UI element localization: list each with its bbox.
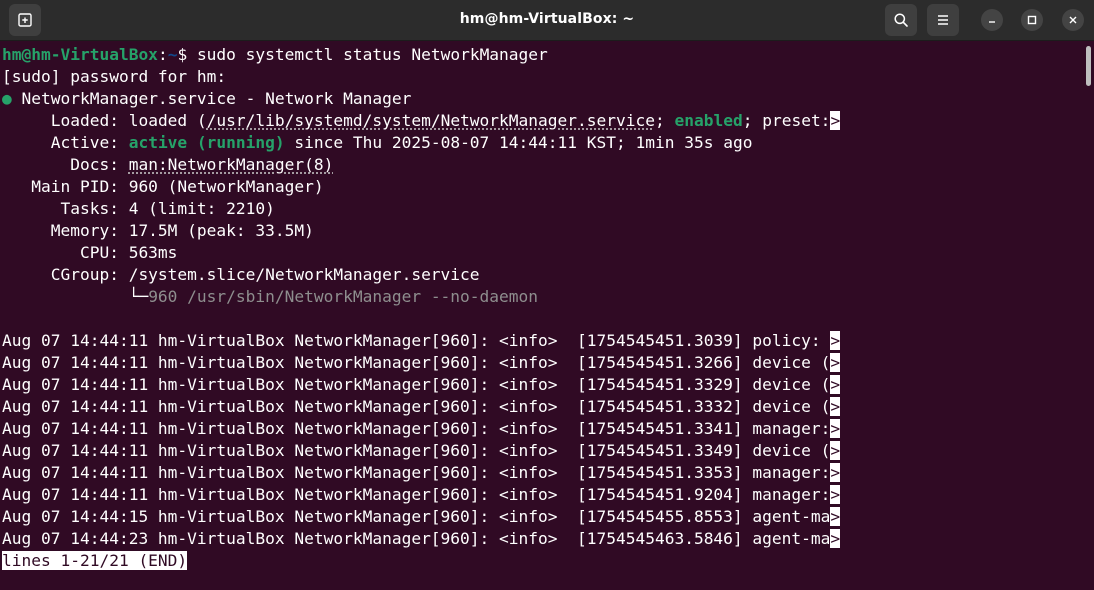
log-line: Aug 07 14:44:11 hm-VirtualBox NetworkMan… (2, 418, 841, 440)
cgroup-process: 960 /usr/sbin/NetworkManager --no-daemon (148, 287, 539, 306)
prompt-user-host: hm@hm-VirtualBox (2, 45, 158, 64)
loaded-label: Loaded: (2, 111, 129, 130)
log-line: Aug 07 14:44:11 hm-VirtualBox NetworkMan… (2, 440, 841, 462)
log-line: Aug 07 14:44:11 hm-VirtualBox NetworkMan… (2, 330, 841, 352)
close-button[interactable] (1062, 9, 1084, 31)
prompt-path: ~ (167, 45, 178, 64)
status-dot-icon: ● (2, 89, 12, 108)
docs-man-link[interactable]: man:NetworkManager(8) (129, 155, 334, 174)
loaded-separator: ; (654, 111, 675, 130)
log-line: Aug 07 14:44:15 hm-VirtualBox NetworkMan… (2, 506, 841, 528)
log-text: Aug 07 14:44:15 hm-VirtualBox NetworkMan… (2, 507, 831, 526)
maximize-button[interactable] (1021, 9, 1043, 31)
active-state: active (running) (128, 133, 285, 152)
truncation-marker: > (830, 331, 841, 350)
log-text: Aug 07 14:44:11 hm-VirtualBox NetworkMan… (2, 331, 831, 350)
hamburger-menu-icon (938, 15, 948, 25)
log-text: Aug 07 14:44:11 hm-VirtualBox NetworkMan… (2, 419, 831, 438)
active-label: Active: (2, 133, 129, 152)
prompt-symbol: $ (177, 45, 197, 64)
pager-status: lines 1-21/21 (END) (2, 551, 188, 570)
service-name-line: ● NetworkManager.service - Network Manag… (2, 88, 411, 110)
log-line: Aug 07 14:44:11 hm-VirtualBox NetworkMan… (2, 484, 841, 506)
log-text: Aug 07 14:44:11 hm-VirtualBox NetworkMan… (2, 353, 831, 372)
truncation-marker: > (830, 485, 841, 504)
cgroup-line: CGroup: /system.slice/NetworkManager.ser… (2, 265, 480, 284)
search-icon (894, 13, 908, 27)
command-text: sudo systemctl status NetworkManager (196, 45, 548, 64)
minimize-icon (989, 21, 995, 23)
log-text: Aug 07 14:44:11 hm-VirtualBox NetworkMan… (2, 485, 831, 504)
minimize-button[interactable] (981, 9, 1003, 31)
log-text: Aug 07 14:44:11 hm-VirtualBox NetworkMan… (2, 463, 831, 482)
unit-file-path-link[interactable]: /usr/lib/systemd/system/NetworkManager.s… (207, 111, 655, 130)
log-text: Aug 07 14:44:11 hm-VirtualBox NetworkMan… (2, 397, 831, 416)
loaded-suffix: ; preset: (742, 111, 831, 130)
docs-label: Docs: (2, 155, 129, 174)
log-line: Aug 07 14:44:11 hm-VirtualBox NetworkMan… (2, 352, 841, 374)
sudo-prompt-line: [sudo] password for hm: (2, 67, 227, 86)
truncation-marker: > (830, 375, 841, 394)
maximize-icon (1027, 15, 1037, 25)
scrollbar-thumb[interactable] (1086, 46, 1091, 86)
log-line: Aug 07 14:44:11 hm-VirtualBox NetworkMan… (2, 462, 841, 484)
truncation-marker: > (830, 529, 841, 548)
main-pid-line: Main PID: 960 (NetworkManager) (2, 177, 324, 196)
loaded-line: Loaded: loaded (/usr/lib/systemd/system/… (2, 110, 841, 132)
truncation-marker: > (830, 397, 841, 416)
log-line: Aug 07 14:44:11 hm-VirtualBox NetworkMan… (2, 396, 841, 418)
log-line: Aug 07 14:44:23 hm-VirtualBox NetworkMan… (2, 528, 841, 550)
close-icon (1069, 16, 1077, 24)
truncation-marker: > (830, 463, 841, 482)
active-since: since Thu 2025-08-07 14:44:11 KST; 1min … (284, 133, 753, 152)
command-line: hm@hm-VirtualBox:~$ sudo systemctl statu… (2, 44, 548, 66)
active-line: Active: active (running) since Thu 2025-… (2, 132, 753, 154)
prompt-separator: : (157, 45, 168, 64)
log-line: Aug 07 14:44:11 hm-VirtualBox NetworkMan… (2, 374, 841, 396)
memory-line: Memory: 17.5M (peak: 33.5M) (2, 221, 314, 240)
truncation-marker: > (830, 353, 841, 372)
cgroup-process-line: └─960 /usr/sbin/NetworkManager --no-daem… (2, 286, 538, 308)
tasks-line: Tasks: 4 (limit: 2210) (2, 199, 275, 218)
truncation-marker: > (830, 419, 841, 438)
log-text: Aug 07 14:44:11 hm-VirtualBox NetworkMan… (2, 441, 831, 460)
truncation-marker: > (830, 507, 841, 526)
terminal-window: hm@hm-VirtualBox: ~ hm@hm-VirtualBox:~$ … (0, 0, 1094, 590)
loaded-prefix: loaded ( (128, 111, 207, 130)
search-button[interactable] (885, 4, 917, 36)
truncation-marker: > (830, 111, 841, 130)
pager-status-line[interactable]: lines 1-21/21 (END) (2, 550, 188, 572)
service-name: NetworkManager.service - Network Manager (11, 89, 412, 108)
truncation-marker: > (830, 441, 841, 460)
terminal-output[interactable]: hm@hm-VirtualBox:~$ sudo systemctl statu… (0, 42, 1083, 590)
log-text: Aug 07 14:44:11 hm-VirtualBox NetworkMan… (2, 375, 831, 394)
vertical-scrollbar[interactable] (1083, 42, 1094, 590)
docs-line: Docs: man:NetworkManager(8) (2, 154, 333, 176)
log-text: Aug 07 14:44:23 hm-VirtualBox NetworkMan… (2, 529, 831, 548)
cpu-line: CPU: 563ms (2, 243, 178, 262)
enabled-state: enabled (674, 111, 743, 130)
title-bar: hm@hm-VirtualBox: ~ (0, 0, 1094, 41)
tree-branch-icon: └─ (2, 287, 149, 306)
menu-button[interactable] (927, 4, 959, 36)
